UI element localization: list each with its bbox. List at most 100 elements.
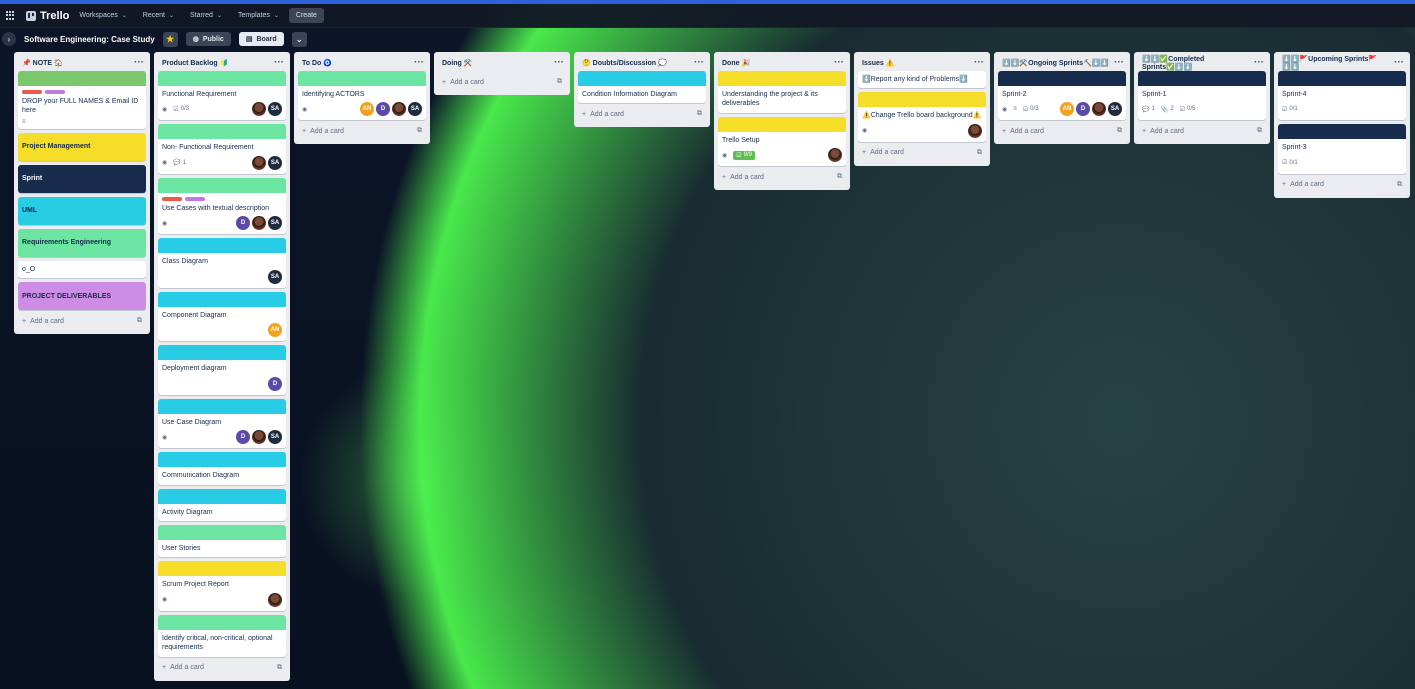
board-list[interactable]: ⬇️⬇️⚒️Ongoing Sprints⛏️⬇️⬇️ ··· Sprint-2 ◉ ≡… <box>994 52 1130 145</box>
member-avatar[interactable]: D <box>236 430 250 445</box>
card-label[interactable] <box>45 90 65 94</box>
list-title[interactable]: ⬇️⬇️🚩Upcoming Sprints🚩⬇️⬇️ <box>1282 55 1394 71</box>
list-card[interactable]: Activity Diagram <box>158 488 286 521</box>
list-card[interactable]: Non- Functional Requirement ◉ 💬 1 SA <box>158 124 286 174</box>
add-card-button[interactable]: + Add a card ⧉ <box>298 122 426 140</box>
list-card[interactable]: Project Management <box>18 132 146 161</box>
board-list[interactable]: Product Backlog 🔰 ··· Functional Requireme… <box>154 52 290 681</box>
board-title[interactable]: Software Engineering: Case Study <box>24 35 155 44</box>
list-card[interactable]: Condition Information Diagram <box>578 71 706 104</box>
menu-workspaces[interactable]: Workspaces ⌄ <box>79 12 126 19</box>
member-avatar[interactable]: AN <box>268 323 282 338</box>
member-avatar[interactable] <box>392 102 406 117</box>
board-list[interactable]: 📌 NOTE 🏠 ··· DROP your FULL NAMES & Email … <box>14 52 150 335</box>
list-card[interactable]: Use Cases with textual description ◉ D SA <box>158 177 286 235</box>
list-card[interactable]: Identify critical, non-critical, optiona… <box>158 614 286 657</box>
list-header[interactable]: Done 🎉 ··· <box>718 54 846 71</box>
list-card[interactable]: o_O <box>18 260 146 279</box>
list-menu-icon[interactable]: ··· <box>694 57 704 68</box>
member-avatar[interactable]: D <box>236 216 250 231</box>
member-avatar[interactable]: SA <box>1108 102 1122 117</box>
list-card[interactable]: User Stories <box>158 524 286 558</box>
menu-recent[interactable]: Recent ⌄ <box>143 12 174 19</box>
list-header[interactable]: Doing ⚒️ ··· <box>438 54 566 71</box>
menu-starred[interactable]: Starred ⌄ <box>190 12 222 19</box>
member-avatar[interactable]: SA <box>268 269 282 284</box>
list-title[interactable]: Product Backlog 🔰 <box>162 59 228 67</box>
list-header[interactable]: Issues ⚠️ ··· <box>858 54 986 71</box>
star-button[interactable]: ★ <box>162 31 178 47</box>
template-icon[interactable]: ⧉ <box>837 173 842 181</box>
add-card-button[interactable]: + Add a card ⧉ <box>578 105 706 123</box>
card-label[interactable] <box>162 196 182 201</box>
add-card-button[interactable]: + Add a card ⧉ <box>158 659 286 677</box>
board-list[interactable]: ⬇️⬇️🚩Upcoming Sprints🚩⬇️⬇️ ··· Sprint-4 ☑ 0/… <box>1274 52 1410 198</box>
list-title[interactable]: ⬇️⬇️⚒️Ongoing Sprints⛏️⬇️⬇️ <box>1002 59 1109 67</box>
list-card[interactable]: Functional Requirement ◉ ☑ 0/3 SA <box>158 71 286 121</box>
card-label[interactable] <box>185 196 205 201</box>
template-icon[interactable]: ⧉ <box>977 149 982 157</box>
board-list[interactable]: Doing ⚒️ ··· + Add a card ⧉ <box>434 52 570 95</box>
list-title[interactable]: 🤔 Doubts/Discussion 💭 <box>582 59 667 67</box>
member-avatar[interactable]: SA <box>268 216 282 231</box>
card-label[interactable] <box>22 90 42 94</box>
list-card[interactable]: ⚠️Change Trello board background⚠️ ◉ <box>858 92 986 142</box>
board-list[interactable]: Done 🎉 ··· Understanding the project & its… <box>714 52 850 191</box>
list-header[interactable]: 🤔 Doubts/Discussion 💭 ··· <box>578 54 706 71</box>
list-title[interactable]: Doing ⚒️ <box>442 59 473 67</box>
create-button[interactable]: Create <box>288 8 324 23</box>
list-card[interactable]: Sprint-2 ◉ ≡ ☑ 0/3 AN D SA <box>998 71 1126 121</box>
template-icon[interactable]: ⧉ <box>417 127 422 135</box>
trello-logo[interactable]: Trello <box>26 10 69 22</box>
list-title[interactable]: Issues ⚠️ <box>862 59 894 67</box>
list-title[interactable]: To Do 🧿 <box>302 59 332 67</box>
list-header[interactable]: Product Backlog 🔰 ··· <box>158 54 286 71</box>
member-avatar[interactable]: AN <box>1060 102 1074 117</box>
template-icon[interactable]: ⧉ <box>1117 127 1122 135</box>
list-card[interactable]: Sprint-3 ☑ 0/1 <box>1278 124 1406 174</box>
member-avatar[interactable]: D <box>376 102 390 117</box>
board-list[interactable]: To Do 🧿 ··· Identifying ACTORS ◉ AN D SA + Add a… <box>294 52 430 145</box>
member-avatar[interactable] <box>252 430 266 445</box>
member-avatar[interactable]: SA <box>268 102 282 117</box>
list-header[interactable]: ⬇️⬇️🚩Upcoming Sprints🚩⬇️⬇️ ··· <box>1278 54 1406 71</box>
list-menu-icon[interactable]: ··· <box>834 57 844 68</box>
board-view-button[interactable]: ▤ Board <box>238 32 284 46</box>
list-menu-icon[interactable]: ··· <box>1394 57 1404 68</box>
list-title[interactable]: ⬇️⬇️✅Completed Sprints✅⬇️⬇️ <box>1142 55 1254 71</box>
member-avatar[interactable]: D <box>1076 102 1090 117</box>
board-list[interactable]: Issues ⚠️ ··· ⬇️Report any kind of Problem… <box>854 52 990 166</box>
list-card[interactable]: Communication Diagram <box>158 452 286 485</box>
list-card[interactable]: Trello Setup ◉ ☑ 9/9 <box>718 116 846 167</box>
list-card[interactable]: Understanding the project & its delivera… <box>718 71 846 113</box>
app-switcher-icon[interactable] <box>6 10 16 21</box>
list-card[interactable]: Component Diagram AN <box>158 291 286 342</box>
list-menu-icon[interactable]: ··· <box>274 57 284 68</box>
template-icon[interactable]: ⧉ <box>697 110 702 118</box>
list-header[interactable]: 📌 NOTE 🏠 ··· <box>18 54 146 71</box>
list-card[interactable]: ⬇️Report any kind of Problems⬇️ <box>858 71 986 89</box>
list-menu-icon[interactable]: ··· <box>134 57 144 68</box>
template-icon[interactable]: ⧉ <box>557 78 562 86</box>
list-card[interactable]: Scrum Project Report ◉ <box>158 561 286 611</box>
list-card[interactable]: Requirements Engineering <box>18 228 146 257</box>
list-header[interactable]: ⬇️⬇️✅Completed Sprints✅⬇️⬇️ ··· <box>1138 54 1266 71</box>
member-avatar[interactable] <box>1092 102 1106 117</box>
member-avatar[interactable] <box>252 102 266 117</box>
member-avatar[interactable]: SA <box>408 102 422 117</box>
template-icon[interactable]: ⧉ <box>277 664 282 672</box>
member-avatar[interactable] <box>968 123 982 138</box>
list-card[interactable]: Identifying ACTORS ◉ AN D SA <box>298 71 426 121</box>
list-card[interactable]: Sprint-4 ☑ 0/1 <box>1278 71 1406 121</box>
list-card[interactable]: DROP your FULL NAMES & Email ID here ≡ <box>18 71 146 129</box>
board-list[interactable]: 🤔 Doubts/Discussion 💭 ··· Condition Inform… <box>574 52 710 128</box>
add-card-button[interactable]: + Add a card ⧉ <box>1138 122 1266 140</box>
board-list[interactable]: ⬇️⬇️✅Completed Sprints✅⬇️⬇️ ··· Sprint-1 💬 1… <box>1134 52 1270 145</box>
expand-sidebar-button[interactable]: › <box>2 32 16 46</box>
add-card-button[interactable]: + Add a card ⧉ <box>718 168 846 186</box>
list-card[interactable]: UML <box>18 196 146 225</box>
list-menu-icon[interactable]: ··· <box>1114 57 1124 68</box>
list-menu-icon[interactable]: ··· <box>554 57 564 68</box>
list-menu-icon[interactable]: ··· <box>974 57 984 68</box>
list-card[interactable]: Deployment diagram D <box>158 345 286 395</box>
